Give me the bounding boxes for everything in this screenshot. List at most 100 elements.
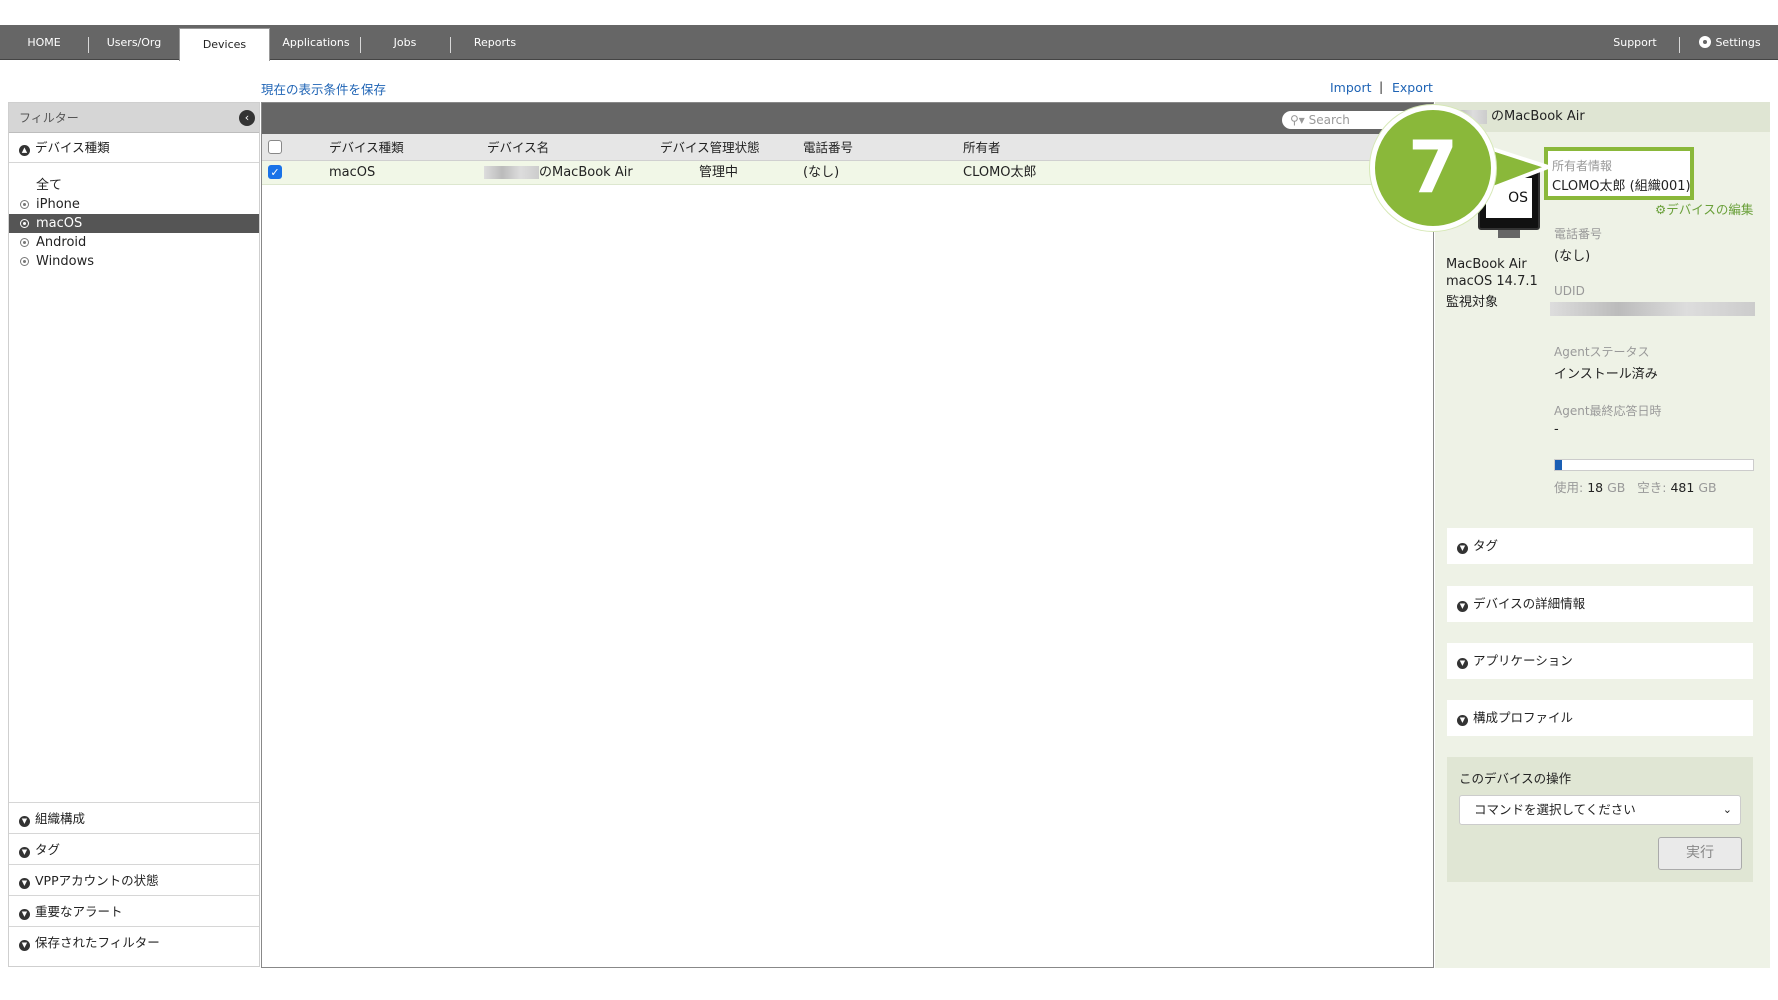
- filter-type-iphone[interactable]: iPhone: [9, 195, 259, 214]
- cell-phone: (なし): [803, 165, 840, 180]
- filter-section-saved[interactable]: ▼ 保存されたフィルター: [9, 926, 259, 957]
- detail-section-profiles[interactable]: ▼ 構成プロファイル: [1447, 700, 1753, 736]
- owner-value: CLOMO太郎 (組織001): [1552, 179, 1691, 194]
- settings-label: Settings: [1715, 36, 1761, 49]
- list-toolbar: ⚲▾ Search: [262, 103, 1442, 134]
- agent-last-value: -: [1554, 422, 1559, 437]
- chevron-down-icon: ▼: [19, 909, 30, 920]
- owner-label: 所有者情報: [1552, 159, 1613, 173]
- filter-section-label: 重要なアラート: [35, 904, 123, 919]
- cell-device-name: のMacBook Air: [484, 161, 633, 185]
- filter-section-label: タグ: [35, 842, 61, 857]
- tab-users-org[interactable]: Users/Org: [89, 25, 179, 60]
- storage-free-label: 空き:: [1637, 480, 1667, 495]
- chevron-down-icon: ▼: [1457, 658, 1468, 669]
- phone-value: (なし): [1554, 249, 1591, 264]
- redacted-text: [484, 166, 539, 179]
- filter-type-windows[interactable]: Windows: [9, 252, 259, 271]
- agent-status-value: インストール済み: [1554, 367, 1658, 382]
- filter-section-alerts[interactable]: ▼ 重要なアラート: [9, 895, 259, 926]
- device-operations-panel: このデバイスの操作 コマンドを選択してください ⌄ 実行: [1447, 757, 1753, 882]
- step-number: 7: [1370, 105, 1496, 231]
- select-all-checkbox[interactable]: [268, 140, 282, 154]
- device-type-section-label: デバイス種類: [35, 140, 110, 155]
- phone-label: 電話番号: [1554, 227, 1603, 241]
- filter-type-macos[interactable]: macOS: [9, 214, 259, 233]
- filter-section-label: 保存されたフィルター: [35, 935, 160, 950]
- cell-owner: CLOMO太郎: [963, 165, 1037, 180]
- device-model: MacBook Air: [1446, 257, 1527, 272]
- tab-reports[interactable]: Reports: [451, 25, 539, 60]
- nav-separator: [1679, 37, 1680, 53]
- save-view-link[interactable]: 現在の表示条件を保存: [261, 79, 386, 98]
- tab-devices[interactable]: Devices: [179, 28, 270, 61]
- column-header[interactable]: デバイス管理状態: [660, 134, 760, 161]
- gear-icon: [1699, 36, 1712, 48]
- filter-type-all[interactable]: 全て: [9, 176, 259, 195]
- command-select-value: コマンドを選択してください: [1474, 802, 1636, 817]
- storage-used-fill: [1555, 460, 1563, 470]
- device-list: ⚲▾ Search デバイス種類 デバイス名 デバイス管理状態 電話番号 所有者…: [261, 102, 1442, 968]
- radio-icon: [20, 238, 29, 247]
- chevron-down-icon: ⌄: [1722, 803, 1732, 816]
- filter-title: フィルター: [19, 111, 79, 125]
- step-badge: 7: [1370, 105, 1550, 245]
- device-name-text: のMacBook Air: [539, 165, 633, 180]
- tab-jobs[interactable]: Jobs: [361, 25, 449, 60]
- cell-status: 管理中: [699, 165, 739, 180]
- row-checkbox[interactable]: ✓: [268, 165, 282, 179]
- device-type-section-header[interactable]: ▲ デバイス種類: [9, 133, 259, 163]
- detail-section-label: アプリケーション: [1473, 653, 1573, 668]
- import-link[interactable]: Import: [1330, 80, 1372, 95]
- filter-section-vpp[interactable]: ▼ VPPアカウントの状態: [9, 864, 259, 895]
- edit-device-link[interactable]: ⚙デバイスの編集: [1655, 199, 1753, 218]
- detail-section-label: タグ: [1473, 538, 1499, 553]
- device-supervised: 監視対象: [1446, 295, 1499, 310]
- filter-header: フィルター ‹: [9, 103, 259, 133]
- filter-section-org[interactable]: ▼ 組織構成: [9, 802, 259, 833]
- search-placeholder: Search: [1308, 113, 1350, 127]
- top-nav: HOME Users/Org Devices Applications Jobs…: [0, 25, 1778, 61]
- filter-section-label: 組織構成: [35, 811, 86, 826]
- chevron-down-icon: ▼: [19, 816, 30, 827]
- device-os: macOS 14.7.1: [1446, 274, 1538, 289]
- search-icon: ⚲▾: [1290, 113, 1305, 127]
- storage-text: 使用: 18 GB 空き: 481 GB: [1554, 477, 1717, 496]
- export-link[interactable]: Export: [1392, 80, 1433, 95]
- column-header[interactable]: 所有者: [963, 134, 1001, 161]
- detail-section-device-info[interactable]: ▼ デバイスの詳細情報: [1447, 586, 1753, 622]
- storage-bar: [1554, 459, 1754, 471]
- storage-used-label: 使用:: [1554, 480, 1584, 495]
- chevron-up-icon: ▲: [19, 145, 30, 156]
- detail-section-label: デバイスの詳細情報: [1473, 596, 1586, 611]
- chevron-down-icon: ▼: [19, 940, 30, 951]
- collapse-filter-icon[interactable]: ‹: [239, 110, 255, 126]
- filter-type-label: Android: [36, 235, 87, 250]
- command-select[interactable]: コマンドを選択してください ⌄: [1459, 795, 1741, 825]
- detail-section-label: 構成プロファイル: [1473, 710, 1574, 725]
- column-header[interactable]: デバイス名: [487, 134, 549, 161]
- chevron-down-icon: ▼: [19, 847, 30, 858]
- support-link[interactable]: Support: [1600, 25, 1670, 60]
- detail-section-tag[interactable]: ▼ タグ: [1447, 528, 1753, 564]
- settings-link[interactable]: Settings: [1690, 25, 1770, 60]
- gear-small-icon: ⚙: [1655, 202, 1667, 217]
- filter-section-tag[interactable]: ▼ タグ: [9, 833, 259, 864]
- agent-last-label: Agent最終応答日時: [1554, 404, 1662, 418]
- run-button[interactable]: 実行: [1658, 837, 1742, 870]
- storage-free-value: 481: [1670, 480, 1695, 495]
- detail-section-applications[interactable]: ▼ アプリケーション: [1447, 643, 1753, 679]
- storage-free-unit: GB: [1698, 480, 1717, 495]
- column-header[interactable]: デバイス種類: [329, 134, 404, 161]
- column-header[interactable]: 電話番号: [803, 134, 853, 161]
- chevron-down-icon: ▼: [1457, 601, 1468, 612]
- radio-icon: [20, 200, 29, 209]
- tab-applications[interactable]: Applications: [272, 25, 360, 60]
- tab-home[interactable]: HOME: [0, 25, 88, 60]
- chevron-down-icon: ▼: [1457, 715, 1468, 726]
- cell-device-type: macOS: [329, 165, 376, 180]
- filter-type-android[interactable]: Android: [9, 233, 259, 252]
- udid-label: UDID: [1554, 284, 1585, 298]
- operations-title: このデバイスの操作: [1459, 771, 1572, 786]
- table-row[interactable]: ✓ macOS のMacBook Air 管理中 (なし) CLOMO太郎: [262, 161, 1433, 185]
